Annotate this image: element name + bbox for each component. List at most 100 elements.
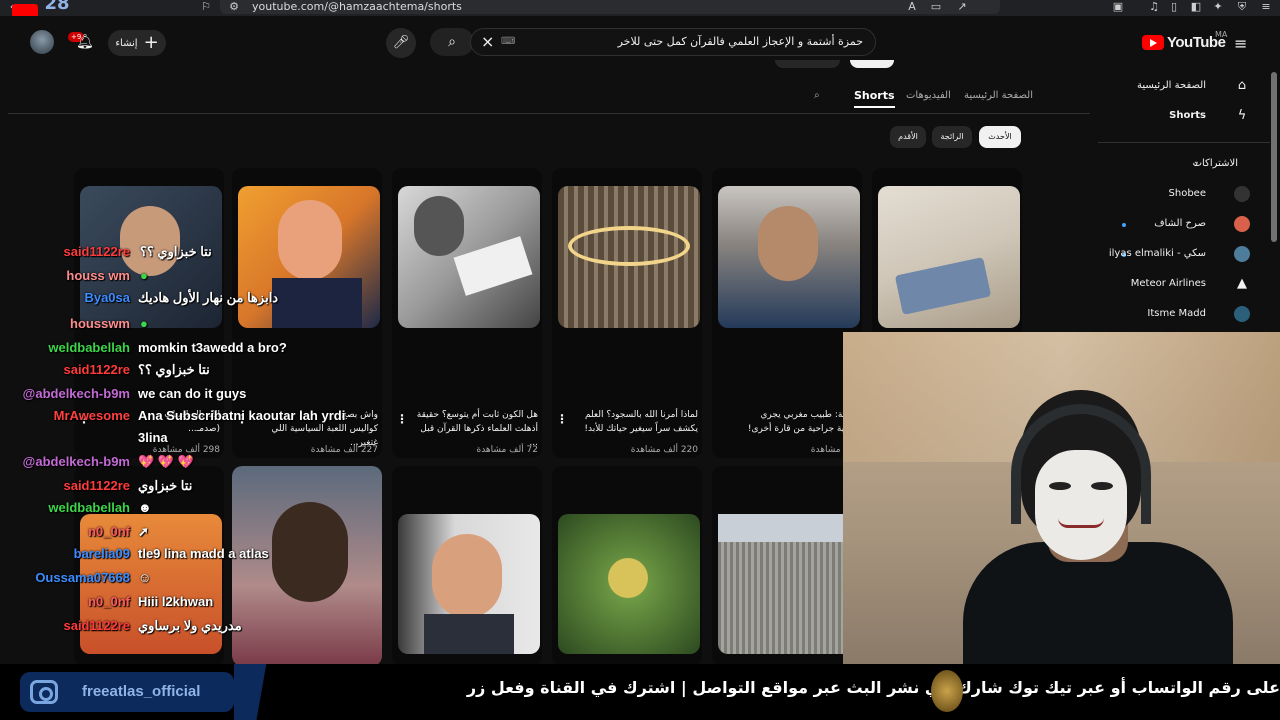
meteor-logo-icon: ▲ [1237, 276, 1247, 291]
avatar [1234, 306, 1250, 322]
clear-search-icon[interactable]: × [481, 32, 494, 51]
chat-text: مدريدي ولا برساوي [138, 618, 242, 633]
account-avatar[interactable] [30, 30, 54, 54]
chat-username: said1122re [63, 618, 130, 633]
tab-search-icon[interactable]: ⌕ [814, 86, 820, 106]
sidebar-scrollbar[interactable] [1271, 72, 1277, 242]
channel-tabs: ⌕ Shorts الفيديوهات الصفحة الرئيسية [800, 86, 1040, 114]
chat-message: barelia09 tle9 lina madd a atlas [0, 546, 380, 566]
chat-text: نتا خبزاوي ؟؟ [140, 244, 212, 259]
sidebar-sub-label: Itsme Madd [1147, 308, 1206, 319]
sidebar-sub-itsme[interactable]: Itsme Madd [1098, 300, 1258, 330]
chat-message: Oussama07668 ☺ [0, 570, 380, 590]
translate-icon[interactable]: A [906, 1, 918, 13]
short-card[interactable]: طبيبة: طبيب مغربي يجري عملية جراحية من ق… [712, 168, 862, 458]
chip-popular[interactable]: الرائجة [932, 126, 972, 148]
short-views: 72 ألف مشاهدة [476, 445, 538, 455]
stream-bottom-bar: freeatlas_official على رقم الواتساب أو ع… [0, 664, 1280, 720]
sidebar-sub-sarh[interactable]: صرح الشاف [1098, 210, 1258, 240]
short-title: هل الكون ثابت أم يتوسع؟ حقيقة أذهلت العل… [416, 410, 538, 448]
short-thumbnail [398, 514, 540, 654]
chat-username: said1122re [63, 244, 130, 259]
shorts-icon: ϟ [1237, 108, 1247, 123]
youtube-play-icon [1142, 35, 1164, 50]
search-button[interactable]: ⌕ [430, 28, 474, 56]
cast-icon[interactable]: ▭ [930, 1, 942, 13]
webcam-feed [843, 332, 1280, 664]
search-input[interactable]: × ⌨ حمزة أشتمة و الإعجاز العلمي فالقرآن … [470, 28, 876, 56]
youtube-logo[interactable]: YouTube [1142, 34, 1226, 51]
extension-icon[interactable]: ▣ [1112, 1, 1124, 13]
sidebar-sub-ilyas[interactable]: ilyas elmaliki - سكي [1098, 240, 1258, 270]
browser-toolbar: ‹ 28 ⚐ ⚙ youtube.com/@hamzaachtema/short… [0, 0, 1280, 16]
split-view-icon[interactable]: ◧ [1190, 1, 1202, 13]
tab-home[interactable]: الصفحة الرئيسية [964, 86, 1033, 106]
mosque-chandelier-image [568, 226, 690, 266]
url-text: youtube.com/@hamzaachtema/shorts [252, 0, 462, 13]
sidebar-item-label: الصفحة الرئيسية [1137, 80, 1206, 91]
bookmark-icon[interactable]: ⚐ [200, 1, 212, 13]
sidebar-sub-label: صرح الشاف [1154, 218, 1206, 229]
sky-image [718, 514, 860, 542]
notifications-bell-icon[interactable]: 🔔︎ [76, 34, 94, 50]
music-icon[interactable]: ♫ [1148, 1, 1160, 13]
doctor-face-image [758, 206, 818, 281]
tab-shorts[interactable]: Shorts [854, 86, 895, 108]
chat-message: Bya0sa دابزها من نهار الأول هاديك [0, 290, 380, 310]
scientist-photo-image [414, 196, 464, 256]
short-card[interactable]: هل الكون ثابت أم يتوسع؟ حقيقة أذهلت العل… [392, 168, 542, 458]
plus-icon: + [143, 32, 159, 53]
spider-image [608, 558, 648, 598]
chat-emoji-icon: ➚ [138, 524, 149, 539]
tab-videos[interactable]: الفيديوهات [906, 86, 951, 106]
address-bar[interactable]: ⚙ youtube.com/@hamzaachtema/shorts [220, 0, 1000, 14]
chat-username: @abdelkech-b9m [22, 386, 130, 401]
short-card[interactable] [392, 466, 542, 666]
voice-search-mic-icon[interactable]: 🎤︎ [386, 28, 416, 58]
short-card[interactable] [552, 466, 702, 666]
sidebar-sub-label: Meteor Airlines [1130, 278, 1206, 289]
news-ticker: على رقم الواتساب أو عبر تيك توك شارك في … [300, 664, 1280, 720]
short-thumbnail [558, 186, 700, 328]
share-icon[interactable]: ↗ [956, 1, 968, 13]
keyboard-icon[interactable]: ⌨ [501, 36, 515, 47]
chat-emoji-icon: ☻ [138, 500, 152, 515]
chat-message: MrAwesome Ana Subscribatni kaoutar lah yr… [0, 408, 380, 428]
sidebar-item-home[interactable]: الصفحة الرئيسية ⌂ [1098, 72, 1258, 102]
chat-message: 3lina [0, 430, 380, 450]
more-options-icon[interactable]: ⋮ [396, 412, 408, 426]
create-button[interactable]: إنشاء + [108, 30, 166, 56]
sidebar-subscriptions-header[interactable]: الاشتراكات › [1098, 150, 1258, 180]
mask-mouth-image [1058, 518, 1104, 528]
chat-message: weldbabellah ☻ [0, 500, 380, 520]
chat-username: Oussama07668 [35, 570, 130, 585]
search-query-text: حمزة أشتمة و الإعجاز العلمي فالقرآن كمل … [617, 35, 863, 48]
scrolled-pill [775, 60, 840, 68]
paper-image [453, 236, 533, 296]
sidebar-sub-meteor[interactable]: Meteor Airlines ▲ [1098, 270, 1258, 300]
short-thumbnail [878, 186, 1020, 328]
sidebar-sub-shobee[interactable]: Shobee [1098, 180, 1258, 210]
shield-icon[interactable]: ⛨ [1236, 1, 1248, 13]
avatar [1234, 186, 1250, 202]
instagram-icon [30, 680, 58, 704]
sidebar-sub-label: Shobee [1168, 188, 1206, 199]
hamburger-menu-icon[interactable]: ≡ [1234, 34, 1247, 53]
short-title: طبيبة: طبيب مغربي يجري عملية جراحية من ق… [747, 410, 858, 434]
sidebar-item-shorts[interactable]: Shorts ϟ [1098, 102, 1258, 132]
more-options-icon[interactable]: ⋮ [556, 412, 568, 426]
menu-dots-icon[interactable]: ≡ [1260, 1, 1272, 13]
ai-sparkle-icon[interactable]: ✦ [1212, 1, 1224, 13]
short-card[interactable]: لماذا أمرنا الله بالسجود؟ العلم يكشف سرا… [552, 168, 702, 458]
site-info-icon[interactable]: ⚙ [228, 1, 240, 13]
chip-oldest[interactable]: الأقدم [890, 126, 926, 148]
chat-username: n0_0nf [88, 524, 130, 539]
chat-message: said1122re نتا خبزاوي [0, 478, 380, 498]
chip-latest[interactable]: الأحدث [979, 126, 1021, 148]
short-card[interactable] [712, 466, 862, 666]
live-chat-overlay: said1122re نتا خبزاوي ؟؟ houss wm ● Bya0sa… [0, 240, 380, 640]
sidebar-toggle-icon[interactable]: ▯ [1168, 1, 1180, 13]
suit-image [424, 614, 514, 654]
ticker-text: على رقم الواتساب أو عبر تيك توك شارك في … [466, 678, 1280, 697]
chat-text: 3lina [138, 430, 168, 445]
